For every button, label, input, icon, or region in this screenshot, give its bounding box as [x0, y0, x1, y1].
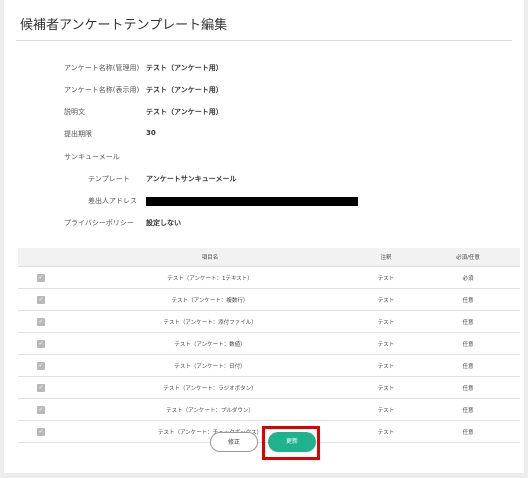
edit-button[interactable]: 修正 — [210, 432, 258, 452]
title-divider — [16, 40, 512, 41]
header-item: 項目名 — [64, 248, 356, 267]
item-required: 任意 — [416, 354, 520, 377]
form-row-admin-name: アンケート名称(管理用) テスト（アンケート用） — [4, 63, 524, 77]
item-note: テスト — [356, 288, 416, 311]
checkbox[interactable]: ✓ — [37, 361, 45, 370]
table-row: ✓ テスト（アンケート：複数行） テスト 任意 — [18, 288, 520, 311]
redacted-value — [146, 197, 358, 206]
item-name: テスト（アンケート：日付） — [64, 354, 356, 377]
form-row-deadline: 提出期限 30 — [4, 129, 524, 143]
item-note: テスト — [356, 266, 416, 289]
form-label: 説明文 — [64, 108, 85, 116]
item-required: 任意 — [416, 288, 520, 311]
form-label: 提出期限 — [64, 130, 92, 138]
template-edit-panel: 候補者アンケートテンプレート編集 アンケート名称(管理用) テスト（アンケート用… — [4, 0, 524, 473]
item-name: テスト（アンケート：プルダウン） — [64, 398, 356, 421]
form-value: 設定しない — [146, 219, 181, 227]
item-required: 任意 — [416, 398, 520, 421]
item-note: テスト — [356, 420, 416, 443]
table-row: ✓ テスト（アンケート：プルダウン） テスト 任意 — [18, 398, 520, 421]
table-header-row: 項目名 注釈 必須/任意 — [18, 248, 520, 267]
form-row-description: 説明文 テスト（アンケート用） — [4, 107, 524, 121]
table-row: ✓ テスト（アンケート：ラジオボタン） テスト 任意 — [18, 376, 520, 399]
header-required: 必須/任意 — [416, 248, 520, 267]
item-note: テスト — [356, 332, 416, 355]
page-title: 候補者アンケートテンプレート編集 — [20, 18, 228, 33]
table-row: ✓ テスト（アンケート：1テキスト） テスト 必須 — [18, 266, 520, 289]
item-required: 必須 — [416, 266, 520, 289]
item-name: テスト（アンケート：1テキスト） — [64, 266, 356, 289]
item-note: テスト — [356, 310, 416, 333]
table-row: ✓ テスト（アンケート：数値） テスト 任意 — [18, 332, 520, 355]
item-name: テスト（アンケート：複数行） — [64, 288, 356, 311]
form-row-privacy-policy: プライバシーポリシー 設定しない — [4, 218, 524, 232]
form-row-template: テンプレート アンケートサンキューメール — [4, 174, 524, 188]
update-button[interactable]: 更新 — [268, 432, 316, 452]
item-note: テスト — [356, 354, 416, 377]
table-row: ✓ テスト（アンケート：添付ファイル） テスト 任意 — [18, 310, 520, 333]
form-value: アンケートサンキューメール — [146, 175, 237, 183]
checkbox[interactable]: ✓ — [37, 273, 45, 282]
item-note: テスト — [356, 376, 416, 399]
item-required: 任意 — [416, 420, 520, 443]
table-row: ✓ テスト（アンケート：日付） テスト 任意 — [18, 354, 520, 377]
header-checkbox-col — [18, 248, 64, 267]
item-note: テスト — [356, 398, 416, 421]
checkbox[interactable]: ✓ — [37, 317, 45, 326]
form-label: アンケート名称(表示用) — [64, 86, 140, 94]
checkbox[interactable]: ✓ — [37, 405, 45, 414]
item-name: テスト（アンケート：ラジオボタン） — [64, 376, 356, 399]
item-required: 任意 — [416, 332, 520, 355]
form-value: テスト（アンケート用） — [146, 86, 223, 94]
checkbox[interactable]: ✓ — [37, 383, 45, 392]
item-required: 任意 — [416, 310, 520, 333]
checkbox[interactable]: ✓ — [37, 427, 45, 436]
form-row-sender-address: 差出人アドレス — [4, 196, 524, 210]
item-required: 任意 — [416, 376, 520, 399]
items-table: 項目名 注釈 必須/任意 ✓ テスト（アンケート：1テキスト） テスト 必須 ✓… — [18, 248, 520, 443]
item-name: テスト（アンケート：数値） — [64, 332, 356, 355]
item-name: テスト（アンケート：添付ファイル） — [64, 310, 356, 333]
form-label: プライバシーポリシー — [64, 219, 134, 227]
checkbox[interactable]: ✓ — [37, 339, 45, 348]
form-row-thanks-mail: サンキューメール — [4, 152, 524, 166]
form-label: アンケート名称(管理用) — [64, 64, 140, 72]
header-note: 注釈 — [356, 248, 416, 267]
form-value: テスト（アンケート用） — [146, 64, 223, 72]
checkbox[interactable]: ✓ — [37, 295, 45, 304]
form-label: 差出人アドレス — [88, 197, 137, 205]
form-value: 30 — [146, 129, 156, 137]
form-row-display-name: アンケート名称(表示用) テスト（アンケート用） — [4, 85, 524, 99]
form-label: サンキューメール — [64, 153, 120, 161]
form-value: テスト（アンケート用） — [146, 108, 223, 116]
form-label: テンプレート — [88, 175, 130, 183]
